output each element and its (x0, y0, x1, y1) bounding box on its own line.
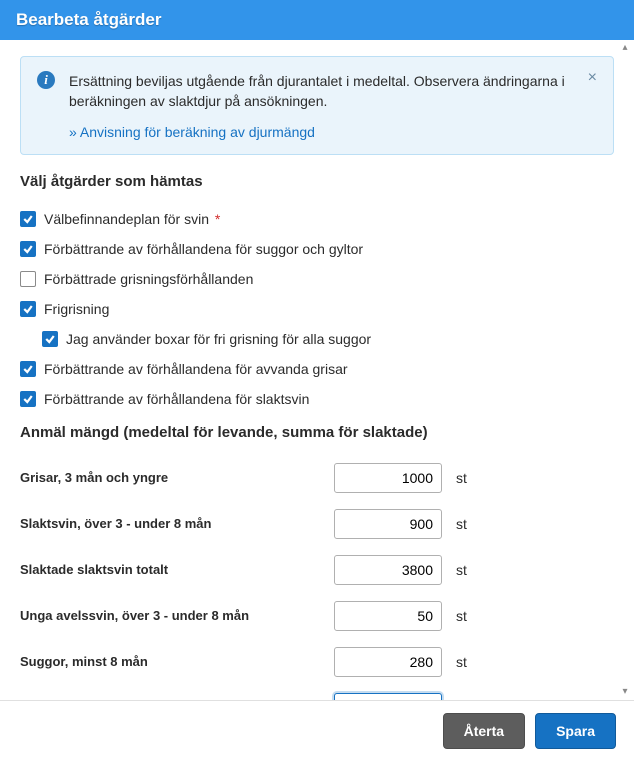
amount-input-unga-avelssvin[interactable] (334, 601, 442, 631)
checkbox-label-frigrisning[interactable]: Frigrisning (44, 301, 109, 317)
checkbox-boxar[interactable] (42, 331, 58, 347)
check-row-suggor-gyltor: Förbättrande av förhållandena för suggor… (20, 234, 614, 264)
amount-input-galtar-8man[interactable] (334, 693, 442, 700)
checkbox-valbefinnande[interactable] (20, 211, 36, 227)
amount-row-unga-avelssvin: Unga avelssvin, över 3 - under 8 mån st (20, 593, 614, 639)
amount-unit-suggor-8man: st (456, 654, 467, 670)
amount-unit-slaktade-totalt: st (456, 562, 467, 578)
checkbox-avvanda[interactable] (20, 361, 36, 377)
info-box: i × Ersättning beviljas utgående från dj… (20, 56, 614, 155)
dialog: Bearbeta åtgärder ▴ ▾ i × Ersättning bev… (0, 0, 634, 761)
info-icon: i (37, 71, 55, 89)
checkbox-label-slaktsvin[interactable]: Förbättrande av förhållandena för slakts… (44, 391, 309, 407)
amount-label-slaktade-totalt: Slaktade slaktsvin totalt (20, 562, 320, 577)
check-row-grisning: Förbättrade grisningsförhållanden (20, 264, 614, 294)
save-button[interactable]: Spara (535, 713, 616, 749)
amount-unit-grisar-3man: st (456, 470, 467, 486)
section-title-amounts: Anmäl mängd (medeltal för levande, summa… (20, 424, 614, 441)
dialog-footer: Återta Spara (0, 700, 634, 761)
check-row-slaktsvin: Förbättrande av förhållandena för slakts… (20, 384, 614, 414)
dialog-content: ▴ ▾ i × Ersättning beviljas utgående frå… (0, 40, 634, 700)
amount-row-slaktade-totalt: Slaktade slaktsvin totalt st (20, 547, 614, 593)
check-row-valbefinnande: Välbefinnandeplan för svin * (20, 204, 614, 234)
check-row-boxar: Jag använder boxar för fri grisning för … (20, 324, 614, 354)
amount-input-grisar-3man[interactable] (334, 463, 442, 493)
check-row-frigrisning: Frigrisning (20, 294, 614, 324)
info-link[interactable]: » Anvisning för beräkning av djurmängd (69, 124, 583, 140)
amounts-list: Grisar, 3 mån och yngrestSlaktsvin, över… (20, 455, 614, 700)
amount-input-slaktsvin-3-8[interactable] (334, 509, 442, 539)
amount-row-galtar-8man: Galtar, minst 8 månst (20, 685, 614, 700)
check-row-avvanda: Förbättrande av förhållandena för avvand… (20, 354, 614, 384)
cancel-button[interactable]: Återta (443, 713, 525, 749)
checkbox-label-valbefinnande[interactable]: Välbefinnandeplan för svin * (44, 211, 220, 227)
dialog-title: Bearbeta åtgärder (0, 0, 634, 40)
amount-label-suggor-8man: Suggor, minst 8 mån (20, 654, 320, 669)
info-close-icon[interactable]: × (582, 67, 603, 89)
amount-input-suggor-8man[interactable] (334, 647, 442, 677)
section-title-choose: Välj åtgärder som hämtas (20, 173, 614, 190)
amount-row-grisar-3man: Grisar, 3 mån och yngre st (20, 455, 614, 501)
checkbox-label-avvanda[interactable]: Förbättrande av förhållandena för avvand… (44, 361, 348, 377)
checkbox-slaktsvin[interactable] (20, 391, 36, 407)
checkbox-list: Välbefinnandeplan för svin * Förbättrande… (20, 204, 614, 414)
amount-label-slaktsvin-3-8: Slaktsvin, över 3 - under 8 mån (20, 516, 320, 531)
checkbox-label-grisning[interactable]: Förbättrade grisningsförhållanden (44, 271, 253, 287)
checkbox-label-boxar[interactable]: Jag använder boxar för fri grisning för … (66, 331, 371, 347)
amount-row-suggor-8man: Suggor, minst 8 mån st (20, 639, 614, 685)
checkbox-label-suggor-gyltor[interactable]: Förbättrande av förhållandena för suggor… (44, 241, 363, 257)
checkbox-suggor-gyltor[interactable] (20, 241, 36, 257)
info-text: Ersättning beviljas utgående från djuran… (69, 71, 583, 112)
required-marker: * (211, 211, 220, 227)
scroll-up-icon[interactable]: ▴ (618, 42, 632, 54)
amount-label-grisar-3man: Grisar, 3 mån och yngre (20, 470, 320, 485)
amount-label-unga-avelssvin: Unga avelssvin, över 3 - under 8 mån (20, 608, 320, 623)
amount-row-slaktsvin-3-8: Slaktsvin, över 3 - under 8 mån st (20, 501, 614, 547)
checkbox-grisning[interactable] (20, 271, 36, 287)
amount-input-slaktade-totalt[interactable] (334, 555, 442, 585)
scroll-down-icon[interactable]: ▾ (618, 686, 632, 698)
amount-unit-unga-avelssvin: st (456, 608, 467, 624)
amount-unit-slaktsvin-3-8: st (456, 516, 467, 532)
checkbox-frigrisning[interactable] (20, 301, 36, 317)
